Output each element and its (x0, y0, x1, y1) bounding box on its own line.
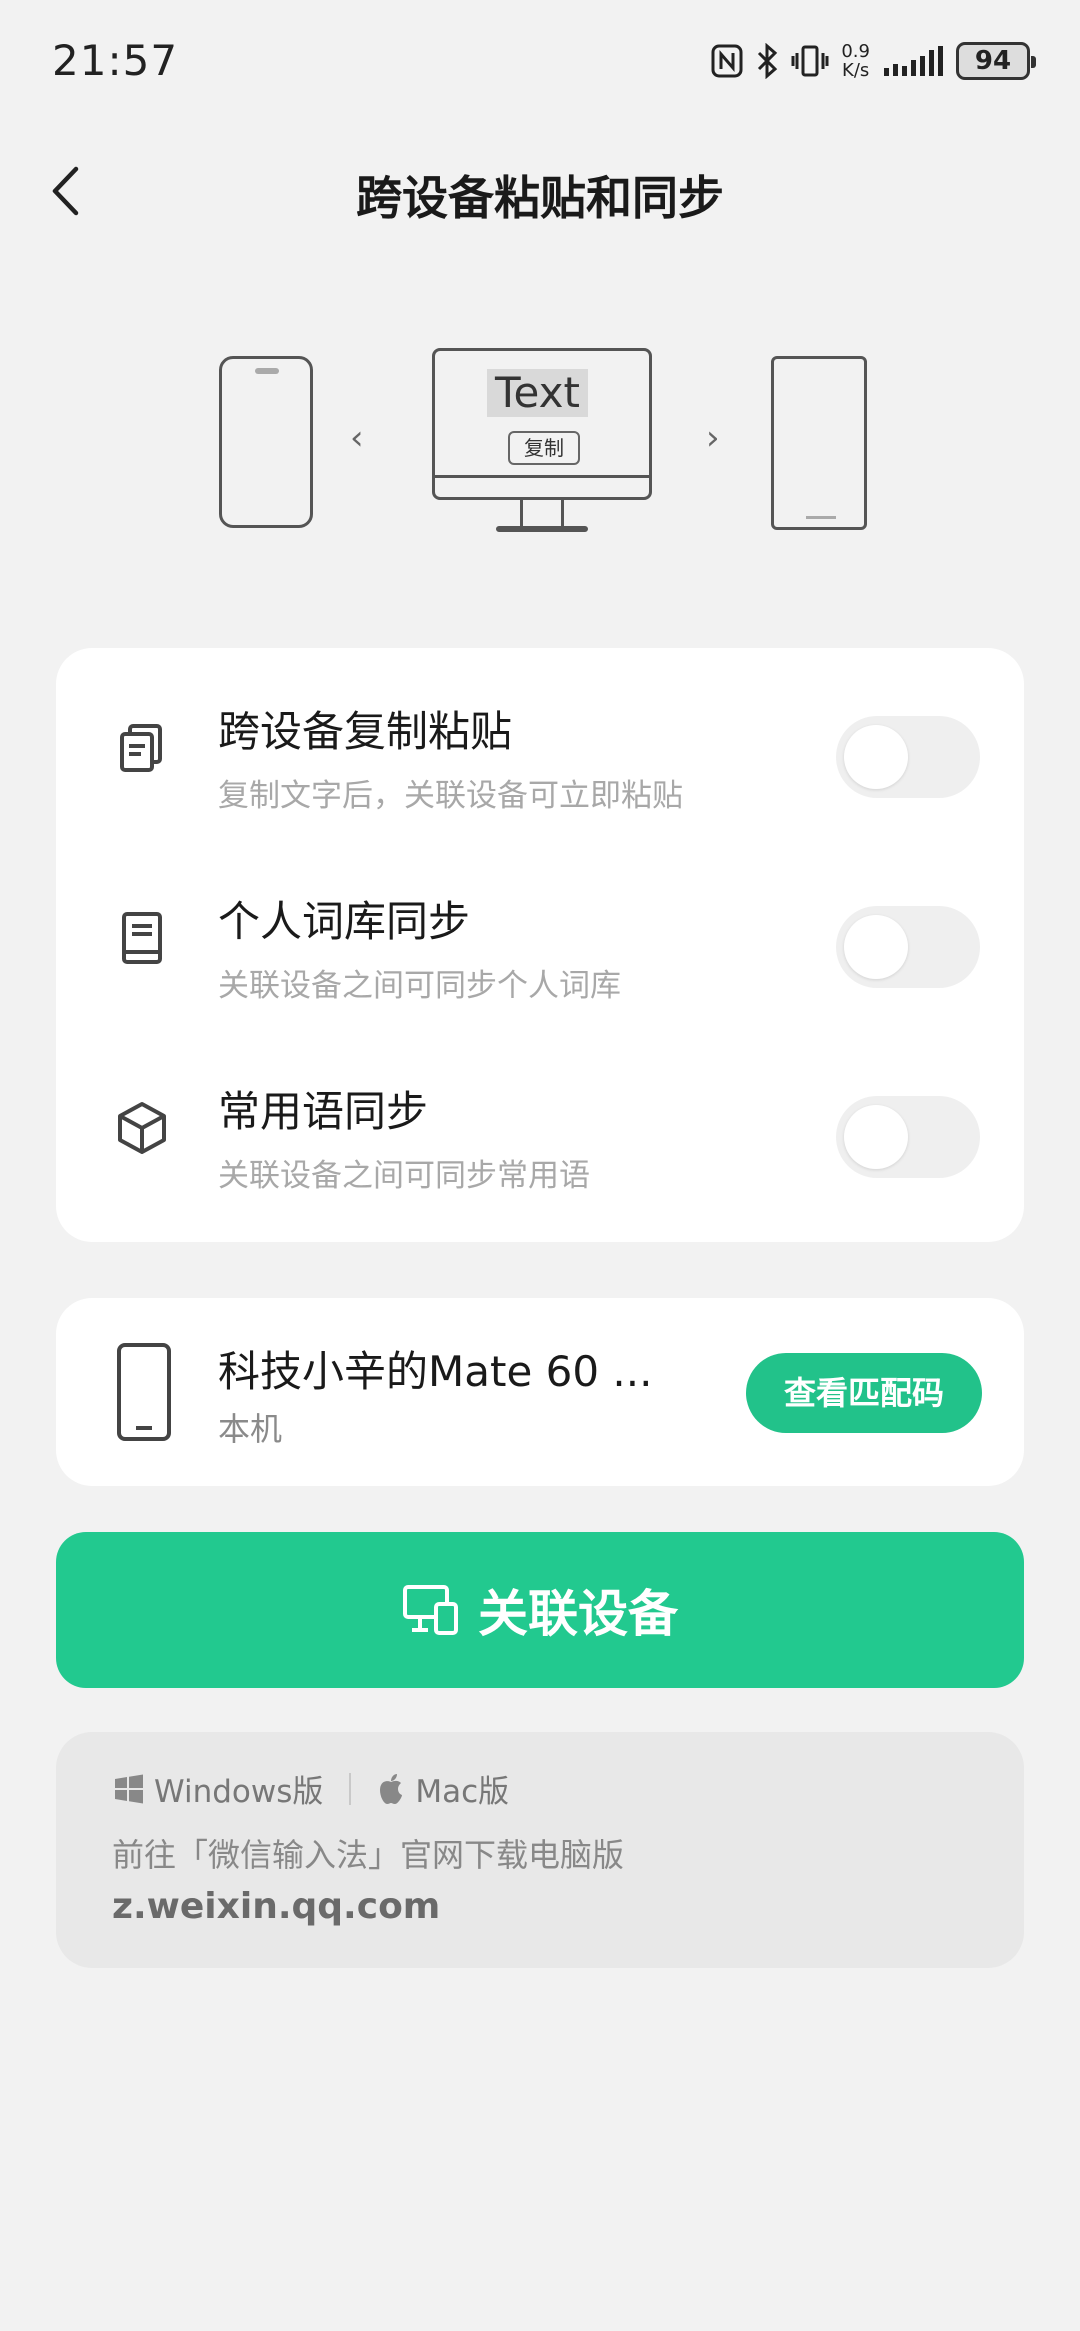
battery-indicator: 94 (956, 42, 1036, 80)
divider (349, 1772, 352, 1805)
illustration-monitor: Text 复制 (432, 348, 652, 500)
illustration-tablet (771, 356, 867, 530)
setting-row-phrases[interactable]: 常用语同步 关联设备之间可同步常用语 (56, 1028, 1024, 1218)
copy-paste-toggle[interactable] (836, 716, 980, 798)
signal-icon (884, 46, 943, 76)
dictionary-sync-toggle[interactable] (836, 906, 980, 988)
device-name: 科技小辛的Mate 60 ... (218, 1347, 653, 1396)
download-url[interactable]: z.weixin.qq.com (112, 1886, 440, 1927)
status-bar: 21:57 0.9 K/s 94 (0, 0, 1080, 120)
illustration-arrow-right-icon: › (706, 418, 720, 458)
cube-icon (118, 1102, 166, 1154)
status-time: 21:57 (52, 36, 179, 85)
setting-subtitle: 复制文字后，关联设备可立即粘贴 (218, 778, 683, 814)
net-speed: 0.9 K/s (841, 41, 870, 81)
sync-illustration: ‹ Text 复制 › (200, 340, 900, 550)
bluetooth-icon (758, 43, 778, 79)
desktop-download-card: Windows版 Mac版 前往「微信输入法」官网下载电脑版 z.weixin.… (56, 1732, 1024, 1968)
header: 跨设备粘贴和同步 (0, 140, 1080, 240)
book-icon (122, 912, 162, 964)
copy-icon (120, 724, 162, 772)
sync-settings-card: 跨设备复制粘贴 复制文字后，关联设备可立即粘贴 个人词库同步 关联设备之间可同步… (56, 648, 1024, 1242)
mac-download-link[interactable]: Mac版 (377, 1766, 509, 1811)
setting-title: 跨设备复制粘贴 (218, 707, 513, 756)
link-devices-label: 关联设备 (478, 1585, 678, 1643)
apple-icon (380, 1773, 403, 1804)
phone-icon (117, 1343, 171, 1441)
windows-icon (115, 1774, 143, 1803)
illustration-phone (219, 356, 313, 528)
setting-title: 常用语同步 (218, 1087, 429, 1136)
download-hint: 前往「微信输入法」官网下载电脑版 (112, 1836, 625, 1874)
illustration-copy-label: 复制 (508, 431, 580, 465)
mac-label: Mac版 (415, 1774, 510, 1810)
status-icons: 0.9 K/s 94 (711, 38, 1036, 84)
setting-subtitle: 关联设备之间可同步常用语 (218, 1158, 590, 1194)
setting-title: 个人词库同步 (218, 897, 471, 946)
vibrate-icon (791, 45, 829, 77)
setting-subtitle: 关联设备之间可同步个人词库 (218, 968, 621, 1004)
illustration-arrow-left-icon: ‹ (350, 418, 364, 458)
setting-row-dictionary[interactable]: 个人词库同步 关联设备之间可同步个人词库 (56, 838, 1024, 1028)
view-match-code-button[interactable]: 查看匹配码 (746, 1353, 982, 1433)
page-title: 跨设备粘贴和同步 (356, 171, 724, 225)
devices-icon (403, 1585, 458, 1635)
current-device-card: 科技小辛的Mate 60 ... 本机 查看匹配码 (56, 1298, 1024, 1486)
windows-download-link[interactable]: Windows版 (114, 1766, 323, 1811)
illustration-text: Text (487, 369, 588, 417)
platform-list: Windows版 Mac版 (114, 1766, 509, 1811)
windows-label: Windows版 (154, 1774, 324, 1810)
nfc-icon (711, 44, 743, 78)
device-subtitle: 本机 (218, 1410, 283, 1448)
setting-row-copy-paste[interactable]: 跨设备复制粘贴 复制文字后，关联设备可立即粘贴 (56, 648, 1024, 838)
link-devices-button[interactable]: 关联设备 (56, 1532, 1024, 1688)
phrases-sync-toggle[interactable] (836, 1096, 980, 1178)
